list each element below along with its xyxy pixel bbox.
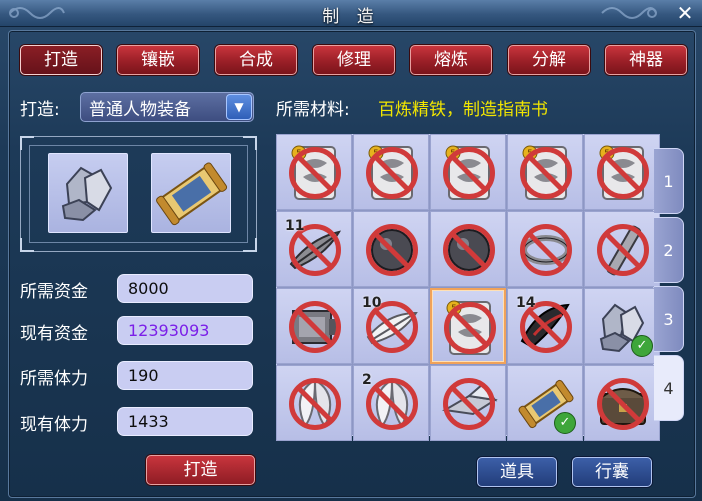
inventory-slot[interactable] — [430, 211, 506, 287]
forge-type-select[interactable]: 普通人物装备 ▼ — [80, 92, 254, 122]
unavailable-icon — [520, 147, 572, 199]
inventory-slot[interactable]: 5 — [430, 134, 506, 210]
stat-field: 8000 — [117, 274, 253, 303]
tab-4[interactable]: 熔炼 — [410, 45, 492, 75]
unavailable-icon — [366, 224, 418, 276]
unavailable-icon — [443, 378, 495, 430]
tab-3[interactable]: 修理 — [313, 45, 395, 75]
unavailable-icon — [289, 301, 341, 353]
stat-value: 8000 — [128, 279, 169, 298]
inventory-slot[interactable] — [584, 365, 660, 441]
materials-value: 百炼精铁，制造指南书 — [378, 100, 548, 120]
inventory-slot[interactable] — [353, 211, 429, 287]
page-tab-3[interactable]: 3 — [654, 286, 684, 352]
unavailable-icon — [443, 224, 495, 276]
stat-field: 1433 — [117, 407, 253, 436]
item-count: 10 — [362, 295, 382, 311]
item-count: 2 — [362, 372, 372, 388]
unavailable-icon — [289, 147, 341, 199]
unavailable-icon — [597, 147, 649, 199]
stat-label: 所需资金 — [20, 282, 88, 302]
items-button[interactable]: 道具 — [477, 457, 557, 487]
inventory-slot[interactable]: 5 — [507, 134, 583, 210]
manufacture-window: 制 造 ✕ 打造 镶嵌 合成 修理 熔炼 分解 神器 打造: 普通人物装备 ▼ 所需材料: … — [0, 0, 702, 501]
inventory-slot[interactable] — [507, 211, 583, 287]
tab-5[interactable]: 分解 — [508, 45, 590, 75]
stat-value: 12393093 — [128, 321, 210, 340]
unavailable-icon — [443, 147, 495, 199]
inventory-slot[interactable]: 11 — [276, 211, 352, 287]
material-slots-panel — [20, 136, 257, 252]
forge-type-value: 普通人物装备 — [89, 100, 191, 120]
page-tab-1[interactable]: 1 — [654, 148, 684, 214]
inventory-slot[interactable]: 2 — [353, 365, 429, 441]
inventory-slot[interactable]: ✓ — [584, 288, 660, 364]
tab-6[interactable]: 神器 — [605, 45, 687, 75]
tab-2[interactable]: 合成 — [215, 45, 297, 75]
manufacturing-guide-scroll-icon — [156, 162, 228, 226]
item-count: 11 — [285, 218, 305, 234]
chevron-down-icon[interactable]: ▼ — [226, 94, 252, 120]
inventory-slot[interactable] — [276, 288, 352, 364]
unavailable-icon — [366, 147, 418, 199]
inventory-slot[interactable]: 5 — [276, 134, 352, 210]
unavailable-icon — [444, 302, 496, 354]
tab-1[interactable]: 镶嵌 — [117, 45, 199, 75]
inventory-slot[interactable]: 5 — [353, 134, 429, 210]
materials-label: 所需材料: — [276, 100, 350, 120]
window-title: 制 造 — [322, 7, 380, 27]
inventory-slot[interactable] — [430, 365, 506, 441]
inventory-slot[interactable]: ✓ — [507, 365, 583, 441]
title-bar[interactable]: 制 造 ✕ — [0, 0, 702, 27]
inventory-slot[interactable]: 10 — [353, 288, 429, 364]
item-count: 14 — [516, 295, 536, 311]
inventory-slot[interactable] — [276, 365, 352, 441]
tab-0[interactable]: 打造 — [20, 45, 102, 75]
stat-label: 现有体力 — [20, 415, 88, 435]
forge-type-label: 打造: — [20, 100, 60, 120]
page-tab-2[interactable]: 2 — [654, 217, 684, 283]
inventory-slot[interactable]: 5 — [584, 134, 660, 210]
stat-field: 12393093 — [117, 316, 253, 345]
unavailable-icon — [366, 378, 418, 430]
inventory-slot[interactable]: 14 — [507, 288, 583, 364]
refined-iron-icon — [61, 166, 113, 222]
forge-button[interactable]: 打造 — [146, 455, 255, 485]
unavailable-icon — [520, 224, 572, 276]
stat-label: 现有资金 — [20, 324, 88, 344]
unavailable-icon — [597, 378, 649, 430]
inventory-grid: 5 5 5 5 5 11 10 5 14 ✓ 2 ✓ — [276, 134, 660, 441]
stat-label: 所需体力 — [20, 369, 88, 389]
stat-field: 190 — [117, 361, 253, 390]
material-slot[interactable] — [48, 153, 128, 233]
inventory-slot[interactable] — [584, 211, 660, 287]
bag-button[interactable]: 行囊 — [572, 457, 652, 487]
material-slot[interactable] — [151, 153, 231, 233]
unavailable-icon — [289, 378, 341, 430]
checkmark-icon: ✓ — [554, 412, 576, 434]
inventory-slot[interactable]: 5 — [430, 288, 506, 364]
page-tab-4[interactable]: 4 — [654, 355, 684, 421]
checkmark-icon: ✓ — [631, 335, 653, 357]
stat-value: 190 — [128, 366, 159, 385]
stat-value: 1433 — [128, 412, 169, 431]
close-icon[interactable]: ✕ — [674, 2, 696, 24]
unavailable-icon — [597, 224, 649, 276]
